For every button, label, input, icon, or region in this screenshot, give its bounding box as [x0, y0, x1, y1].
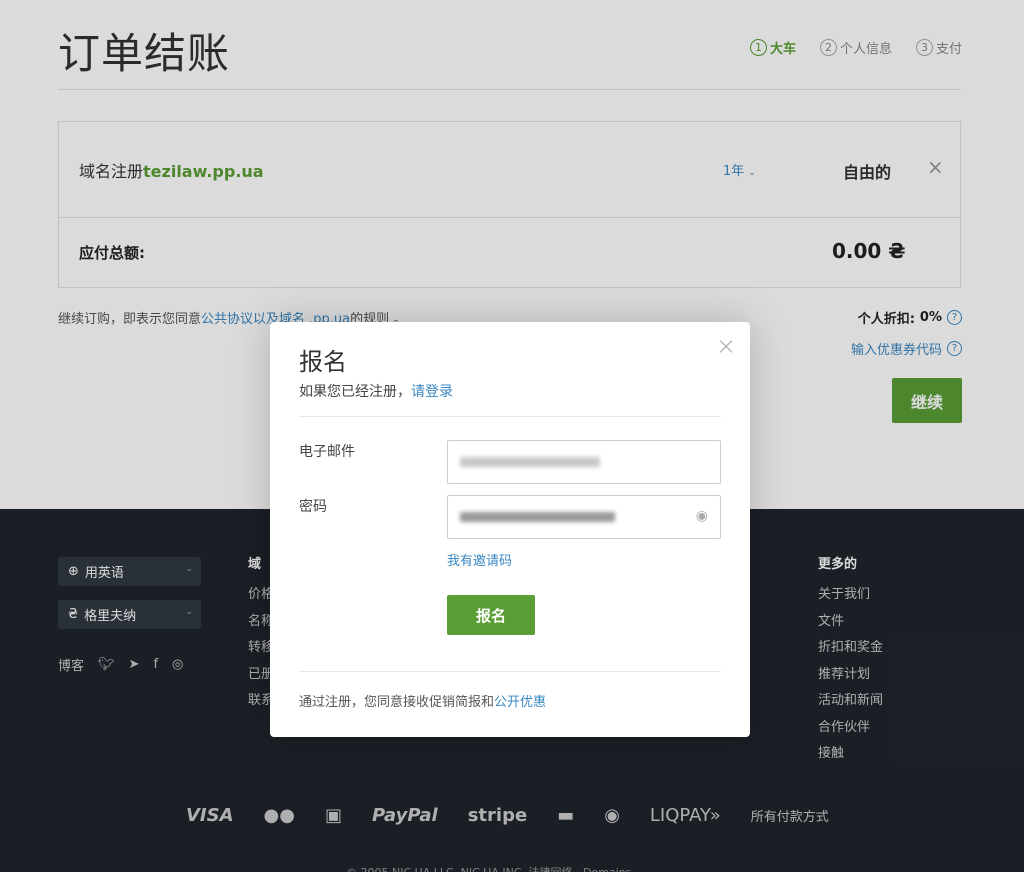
modal-subtitle: 如果您已经注册，请登录 — [299, 381, 453, 401]
password-field[interactable]: ◉ — [447, 495, 721, 539]
public-offer-link[interactable]: 公开优惠 — [494, 695, 546, 710]
signup-button[interactable]: 报名 — [447, 595, 535, 635]
invite-code-link[interactable]: 我有邀请码 — [447, 550, 512, 569]
close-icon[interactable]: × — [716, 332, 736, 360]
modal-footer-text: 通过注册，您同意接收促销简报和公开优惠 — [299, 691, 546, 710]
email-field[interactable] — [447, 440, 721, 484]
email-label: 电子邮件 — [299, 444, 355, 460]
divider — [299, 671, 721, 672]
divider — [299, 416, 721, 417]
login-link[interactable]: 请登录 — [411, 384, 453, 400]
password-value-masked — [460, 512, 615, 522]
signup-modal: × 报名 如果您已经注册，请登录 电子邮件 密码 ◉ 我有邀请码 报名 通过注册… — [270, 322, 750, 737]
password-label: 密码 — [299, 499, 327, 515]
subtitle-prefix: 如果您已经注册， — [299, 384, 411, 400]
eye-icon[interactable]: ◉ — [696, 508, 708, 524]
email-value-redacted — [460, 457, 600, 467]
footer-prefix: 通过注册，您同意接收促销简报和 — [299, 695, 495, 710]
modal-title: 报名 — [299, 348, 347, 376]
